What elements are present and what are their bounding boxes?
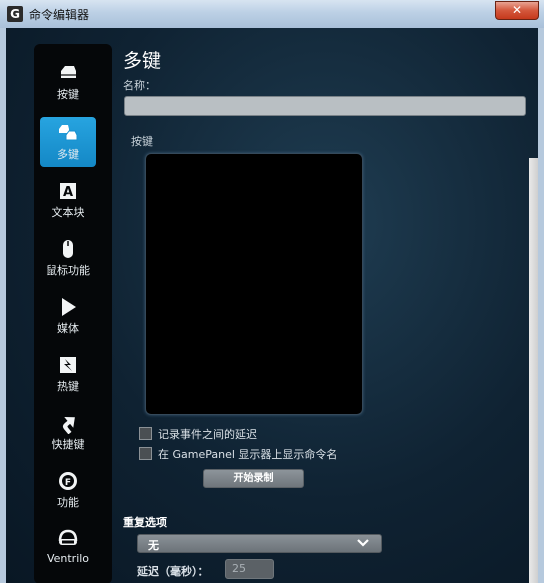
window-title: 命令编辑器: [29, 8, 90, 22]
sidebar-item-label: 功能: [57, 496, 79, 509]
name-input[interactable]: [124, 96, 526, 116]
repeat-select-value: 无: [148, 539, 159, 552]
record-delays-label: 记录事件之间的延迟: [158, 428, 257, 441]
svg-text:F: F: [65, 478, 71, 488]
command-type-sidebar: 按键 多键 A 文本块 鼠标功能 媒体 热键 快捷键 F 功能 Ventrilo: [34, 44, 112, 583]
sidebar-item-label: 文本块: [51, 206, 85, 219]
window-frame: 按键 多键 A 文本块 鼠标功能 媒体 热键 快捷键 F 功能 Ventrilo…: [0, 28, 544, 583]
play-icon: [62, 298, 76, 316]
name-label: 名称：: [123, 79, 156, 92]
sidebar-item-ventrilo[interactable]: Ventrilo: [40, 523, 96, 573]
sidebar-item-mouse[interactable]: 鼠标功能: [40, 233, 96, 283]
repeat-select[interactable]: 无: [137, 534, 382, 553]
delay-label: 延迟（毫秒）：: [137, 565, 209, 578]
hotkey-icon: [60, 357, 76, 373]
function-gear-icon: F: [59, 472, 77, 490]
text-block-icon: A: [60, 183, 76, 200]
sidebar-item-label: 热键: [57, 380, 79, 393]
start-recording-button[interactable]: 开始录制: [203, 469, 304, 488]
sidebar-item-multikey[interactable]: 多键: [40, 117, 96, 167]
keys-label: 按键: [131, 135, 153, 148]
sidebar-item-function[interactable]: F 功能: [40, 465, 96, 515]
sidebar-item-media[interactable]: 媒体: [40, 291, 96, 341]
sidebar-item-label: Ventrilo: [46, 552, 90, 565]
scrollbar[interactable]: [529, 158, 538, 583]
multikey-icon: [59, 125, 78, 141]
sidebar-item-label: 鼠标功能: [46, 264, 90, 277]
gamepanel-display-checkbox[interactable]: [139, 447, 152, 460]
sidebar-item-hotkey[interactable]: 热键: [40, 349, 96, 399]
sidebar-item-textblock[interactable]: A 文本块: [40, 175, 96, 225]
keystroke-list[interactable]: [145, 153, 363, 415]
svg-text:A: A: [63, 185, 73, 200]
record-delays-checkbox[interactable]: [139, 427, 152, 440]
page-title: 多键: [123, 50, 162, 72]
close-button[interactable]: ✕: [495, 1, 539, 20]
sidebar-item-label: 按键: [57, 88, 79, 101]
title-bar: G 命令编辑器 ✕: [0, 0, 544, 29]
sidebar-item-label: 快捷键: [51, 438, 85, 451]
editor-content: 按键 多键 A 文本块 鼠标功能 媒体 热键 快捷键 F 功能 Ventrilo…: [6, 28, 538, 583]
sidebar-item-label: 媒体: [57, 322, 79, 335]
mouse-icon: [63, 240, 73, 258]
chevron-down-icon: [357, 539, 369, 547]
headset-icon: [58, 529, 78, 545]
logitech-g-icon: G: [7, 6, 23, 22]
sidebar-item-keys[interactable]: 按键: [40, 57, 96, 107]
sidebar-item-shortcut[interactable]: 快捷键: [40, 407, 96, 457]
shortcut-arrow-icon: [62, 416, 75, 434]
delay-input[interactable]: 25: [225, 559, 274, 579]
repeat-options-title: 重复选项: [123, 516, 167, 529]
gamepanel-display-label: 在 GamePanel 显示器上显示命令名: [158, 448, 338, 461]
keycap-icon: [61, 66, 76, 78]
sidebar-item-label: 多键: [57, 148, 79, 161]
